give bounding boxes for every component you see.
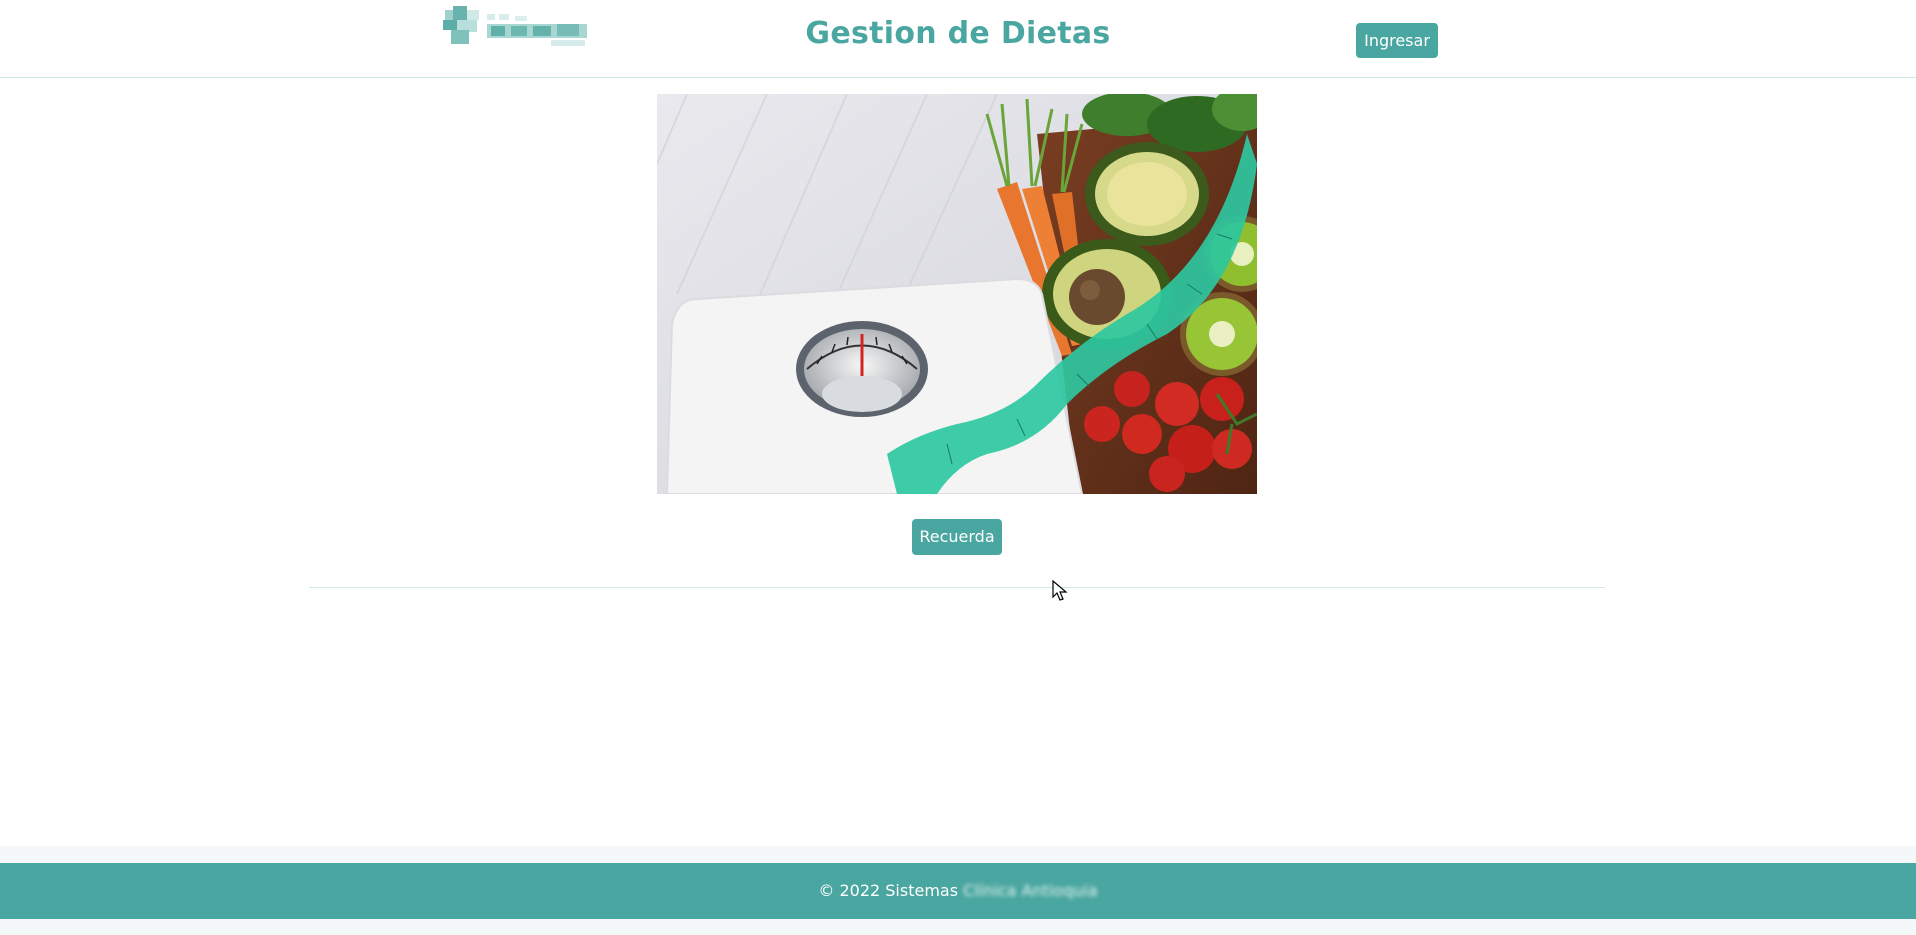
login-button[interactable]: Ingresar [1356, 23, 1438, 58]
diet-scale-vegetables-icon [657, 94, 1257, 494]
mouse-cursor-icon [1052, 580, 1068, 601]
remember-button[interactable]: Recuerda [912, 519, 1002, 555]
footer-company-name: Clínica Antioquia [963, 881, 1098, 900]
top-navbar: Gestion de Dietas Ingresar [0, 0, 1916, 78]
footer-copyright: © 2022 Sistemas [818, 881, 959, 900]
page-title: Gestion de Dietas [805, 16, 1111, 51]
footer-bottom-strip [0, 919, 1916, 935]
footer-spacer [0, 846, 1916, 863]
footer: © 2022 Sistemas Clínica Antioquia [0, 863, 1916, 919]
hero-image [657, 94, 1257, 494]
content-divider [309, 587, 1605, 588]
